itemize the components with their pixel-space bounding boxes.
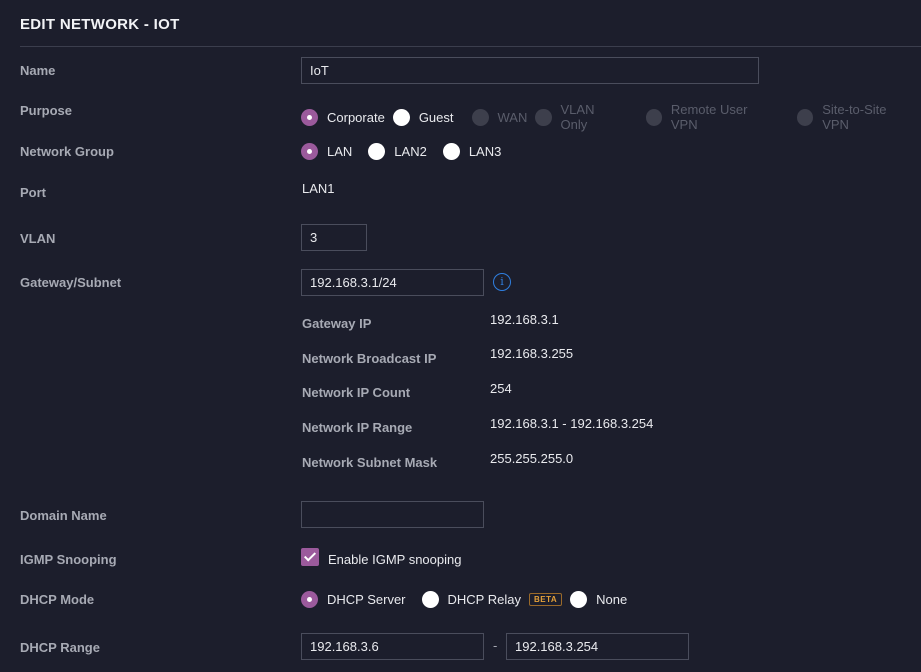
- ip-range-value: 192.168.3.1 - 192.168.3.254: [490, 416, 654, 431]
- igmp-label: IGMP Snooping: [20, 552, 117, 567]
- checkbox-checked-icon: [301, 547, 319, 566]
- dhcp-range-label: DHCP Range: [20, 640, 100, 655]
- ip-range-label: Network IP Range: [302, 420, 413, 435]
- dhcp-relay-radio[interactable]: DHCP Relay: [421, 591, 529, 608]
- dhcp-mode-label: DHCP Mode: [20, 592, 95, 607]
- network-group-radio-group: LAN LAN2 LAN3: [301, 143, 509, 160]
- radio-unchecked-icon: [442, 143, 460, 160]
- radio-unchecked-icon: [421, 591, 439, 608]
- vlan-label: VLAN: [20, 231, 56, 246]
- radio-unchecked-icon: [570, 591, 588, 608]
- dhcp-server-radio[interactable]: DHCP Server: [301, 591, 406, 608]
- radio-unchecked-icon: [368, 143, 386, 160]
- radio-checked-icon: [301, 591, 318, 608]
- port-label: Port: [20, 185, 46, 200]
- purpose-guest-radio[interactable]: Guest: [392, 108, 464, 126]
- gateway-subnet-label: Gateway/Subnet: [20, 275, 122, 290]
- purpose-radio-group: Corporate Guest WAN VLAN Only Remote Use…: [301, 102, 921, 132]
- dhcp-none-radio[interactable]: None: [570, 591, 627, 608]
- ip-count-value: 254: [490, 381, 512, 396]
- ip-count-label: Network IP Count: [302, 385, 411, 400]
- info-icon[interactable]: i: [493, 273, 511, 291]
- domain-name-label: Domain Name: [20, 508, 107, 523]
- network-group-label: Network Group: [20, 144, 114, 159]
- beta-badge: BETA: [528, 593, 563, 606]
- purpose-label: Purpose: [20, 103, 73, 118]
- radio-unchecked-icon: [392, 108, 410, 126]
- dhcp-range-separator: -: [493, 638, 498, 653]
- subnet-mask-value: 255.255.255.0: [490, 451, 574, 466]
- dhcp-range-start-input[interactable]: [301, 633, 484, 660]
- purpose-wan-radio: WAN: [471, 108, 527, 126]
- network-group-lan2-radio[interactable]: LAN2: [368, 143, 427, 160]
- radio-checked-icon: [301, 108, 318, 126]
- dhcp-range-end-input[interactable]: [506, 633, 689, 660]
- radio-disabled-icon: [645, 108, 662, 126]
- purpose-remote-user-vpn-radio: Remote User VPN: [645, 102, 789, 132]
- page-title: EDIT NETWORK - IOT: [20, 16, 180, 33]
- purpose-site-to-site-vpn-radio: Site-to-Site VPN: [796, 102, 913, 132]
- name-label: Name: [20, 63, 56, 78]
- radio-disabled-icon: [535, 108, 552, 126]
- network-group-lan-radio[interactable]: LAN: [301, 143, 352, 160]
- port-value: LAN1: [302, 181, 335, 196]
- gateway-ip-label: Gateway IP: [302, 316, 372, 331]
- gateway-subnet-input[interactable]: [301, 269, 484, 296]
- purpose-vlan-only-radio: VLAN Only: [535, 102, 637, 132]
- broadcast-ip-label: Network Broadcast IP: [302, 351, 437, 366]
- name-input[interactable]: [301, 57, 759, 84]
- vlan-input[interactable]: [301, 224, 367, 251]
- title-divider: [20, 46, 921, 47]
- broadcast-ip-value: 192.168.3.255: [490, 346, 574, 361]
- igmp-checkbox[interactable]: Enable IGMP snooping: [301, 546, 461, 567]
- radio-disabled-icon: [471, 108, 489, 126]
- radio-checked-icon: [301, 143, 318, 160]
- network-group-lan3-radio[interactable]: LAN3: [442, 143, 501, 160]
- radio-disabled-icon: [796, 108, 814, 126]
- domain-name-input[interactable]: [301, 501, 484, 528]
- gateway-ip-value: 192.168.3.1: [490, 312, 559, 327]
- purpose-corporate-radio[interactable]: Corporate: [301, 108, 385, 126]
- subnet-mask-label: Network Subnet Mask: [302, 455, 438, 470]
- dhcp-mode-radio-group: DHCP Server DHCP Relay BETA None: [301, 591, 635, 608]
